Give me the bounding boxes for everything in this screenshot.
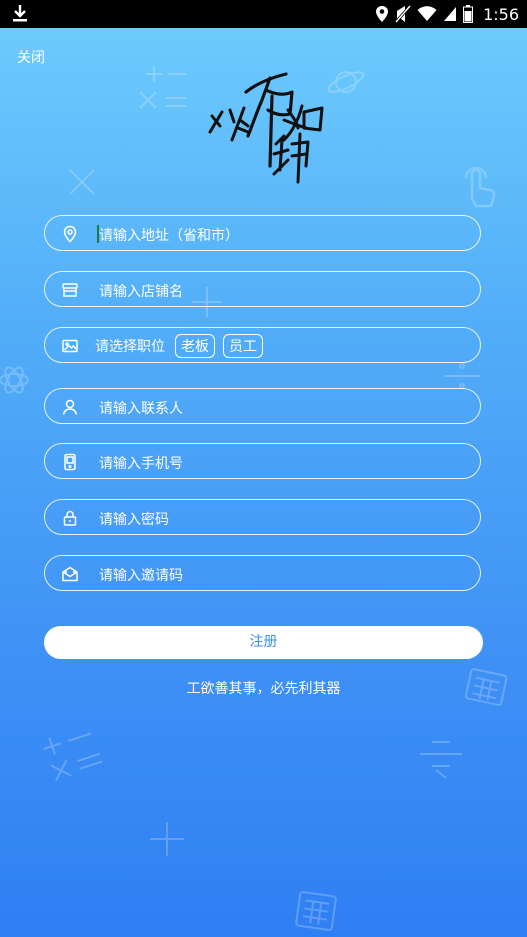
position-option-staff[interactable]: 员工 (223, 334, 263, 358)
touch-icon (464, 166, 496, 208)
signal-icon (444, 7, 457, 21)
math-symbols-icon-2 (43, 732, 103, 782)
location-icon (376, 6, 389, 22)
password-field[interactable]: 请输入密码 (44, 499, 481, 535)
shop-icon (62, 283, 78, 297)
shop-name-placeholder: 请输入店铺名 (99, 284, 183, 300)
register-button[interactable]: 注册 (44, 626, 483, 659)
address-field[interactable]: 请输入地址（省和市） (44, 215, 481, 251)
multiply-icon (69, 169, 95, 195)
position-field: 请选择职位 老板 员工 (44, 327, 481, 363)
mute-icon (395, 5, 412, 23)
mail-icon (62, 566, 78, 582)
phone-field[interactable]: 请输入手机号 (44, 443, 481, 479)
shop-name-field[interactable]: 请输入店铺名 (44, 271, 481, 307)
divide-icon-2 (420, 741, 462, 779)
position-label: 请选择职位 (95, 339, 165, 355)
position-option-boss[interactable]: 老板 (175, 334, 215, 358)
slogan: 工欲善其事，必先利其器 (186, 681, 341, 697)
atom-icon (0, 366, 29, 394)
image-icon (62, 339, 78, 353)
battery-icon (463, 5, 474, 23)
logo (208, 72, 324, 184)
contact-field[interactable]: 请输入联系人 (44, 388, 481, 424)
plus-icon-2 (150, 822, 184, 856)
phone-icon (64, 453, 76, 471)
lock-icon (63, 510, 77, 526)
math-symbols-icon (139, 66, 186, 109)
status-bar: 1:56 (0, 0, 527, 28)
calculator-icon-2 (295, 891, 337, 931)
close-button[interactable]: 关闭 (17, 47, 45, 67)
address-placeholder: 请输入地址（省和市） (97, 225, 239, 245)
planet-icon (327, 71, 365, 93)
invite-code-placeholder: 请输入邀请码 (99, 568, 183, 584)
clock: 1:56 (483, 4, 519, 24)
download-icon (13, 5, 27, 22)
wifi-icon (417, 6, 437, 21)
location-pin-icon (63, 225, 77, 243)
person-icon (62, 399, 78, 415)
password-placeholder: 请输入密码 (99, 512, 169, 528)
contact-placeholder: 请输入联系人 (99, 401, 183, 417)
phone-placeholder: 请输入手机号 (99, 456, 183, 472)
invite-code-field[interactable]: 请输入邀请码 (44, 555, 481, 591)
